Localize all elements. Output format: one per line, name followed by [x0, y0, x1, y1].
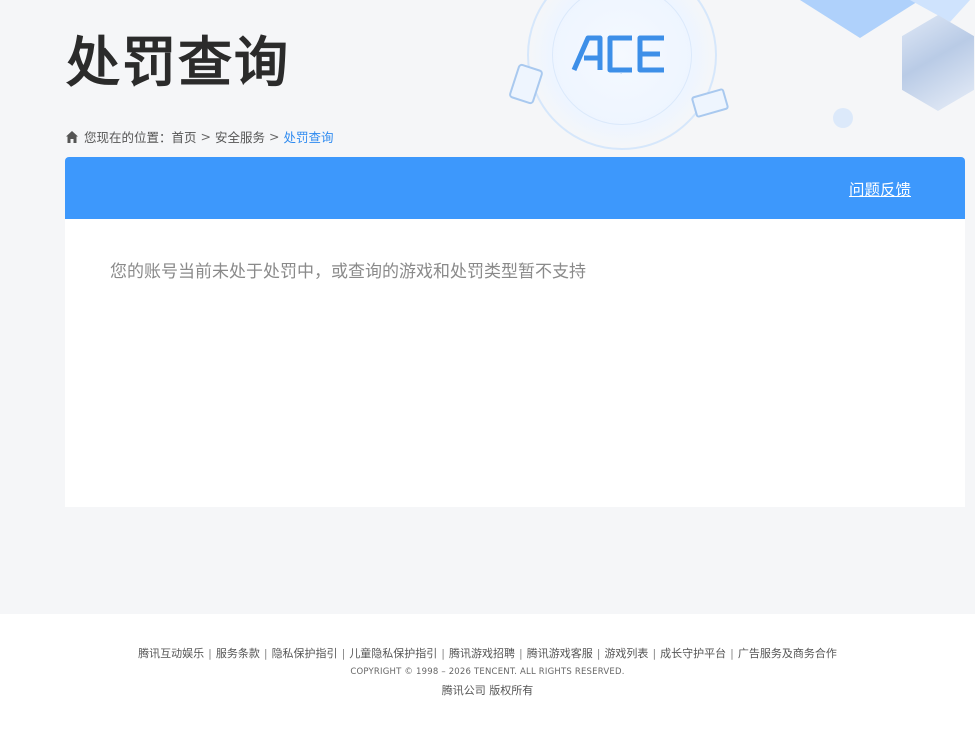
- footer-link-advertising[interactable]: 广告服务及商务合作: [738, 647, 837, 660]
- breadcrumb-item-home[interactable]: 首页: [172, 127, 197, 146]
- feedback-link[interactable]: 问题反馈: [849, 178, 911, 200]
- breadcrumb: 您现在的位置： 首页 > 安全服务 > 处罚查询: [65, 127, 334, 146]
- ace-logo-text: ACE: [620, 72, 622, 75]
- copyright: COPYRIGHT © 1998 – 2026 TENCENT. ALL RIG…: [350, 667, 625, 677]
- home-icon: [66, 130, 78, 143]
- breadcrumb-separator: >: [269, 129, 280, 144]
- footer-link-support[interactable]: 腾讯游戏客服: [527, 647, 593, 660]
- decorative-triangle: [800, 0, 920, 38]
- footer-divider: |: [652, 647, 657, 660]
- panel-header: 问题反馈: [65, 157, 965, 219]
- character-avatar: [902, 15, 974, 111]
- footer-divider: |: [341, 647, 346, 660]
- decorative-game-card-icon: [690, 87, 730, 119]
- decorative-phone-icon: [508, 62, 544, 106]
- footer-divider: |: [730, 647, 734, 660]
- company-notice: 腾讯公司 版权所有: [441, 684, 534, 697]
- result-panel: 问题反馈 您的账号当前未处于处罚中，或查询的游戏和处罚类型暂不支持: [65, 157, 965, 507]
- ace-logo: ACE: [571, 35, 664, 75]
- footer-link-jobs[interactable]: 腾讯游戏招聘: [449, 647, 515, 660]
- decorative-ring: [527, 0, 717, 150]
- footer-divider: |: [263, 647, 268, 660]
- breadcrumb-prefix: 您现在的位置：: [84, 130, 172, 145]
- footer-link-child-privacy[interactable]: 儿童隐私保护指引: [349, 647, 437, 660]
- footer-divider: |: [519, 647, 523, 660]
- decorative-inner-ring: [552, 0, 692, 125]
- footer-link-tencent-games[interactable]: 腾讯互动娱乐: [138, 647, 204, 660]
- page-title: 处罚查询: [66, 31, 290, 94]
- footer-divider: |: [596, 647, 601, 660]
- footer: 腾讯互动娱乐 | 服务条款 | 隐私保护指引 | 儿童隐私保护指引 | 腾讯游戏招聘 | 腾讯游戏客…: [0, 614, 975, 738]
- result-message: 您的账号当前未处于处罚中，或查询的游戏和处罚类型暂不支持: [110, 262, 586, 282]
- footer-link-privacy[interactable]: 隐私保护指引: [272, 647, 338, 660]
- breadcrumb-separator: >: [200, 129, 212, 144]
- decorative-dot: [833, 108, 853, 128]
- footer-divider: |: [441, 647, 445, 660]
- footer-links: 腾讯互动娱乐 | 服务条款 | 隐私保护指引 | 儿童隐私保护指引 | 腾讯游戏招聘 | 腾讯游戏客…: [0, 645, 975, 661]
- footer-divider: |: [208, 647, 212, 660]
- footer-link-game-list[interactable]: 游戏列表: [604, 647, 648, 660]
- footer-link-terms[interactable]: 服务条款: [216, 647, 260, 660]
- decorative-triangle-small: [910, 0, 970, 22]
- breadcrumb-current: 处罚查询: [283, 130, 334, 145]
- footer-link-growth-guard[interactable]: 成长守护平台: [660, 647, 726, 660]
- breadcrumb-item-security-service[interactable]: 安全服务: [215, 127, 265, 146]
